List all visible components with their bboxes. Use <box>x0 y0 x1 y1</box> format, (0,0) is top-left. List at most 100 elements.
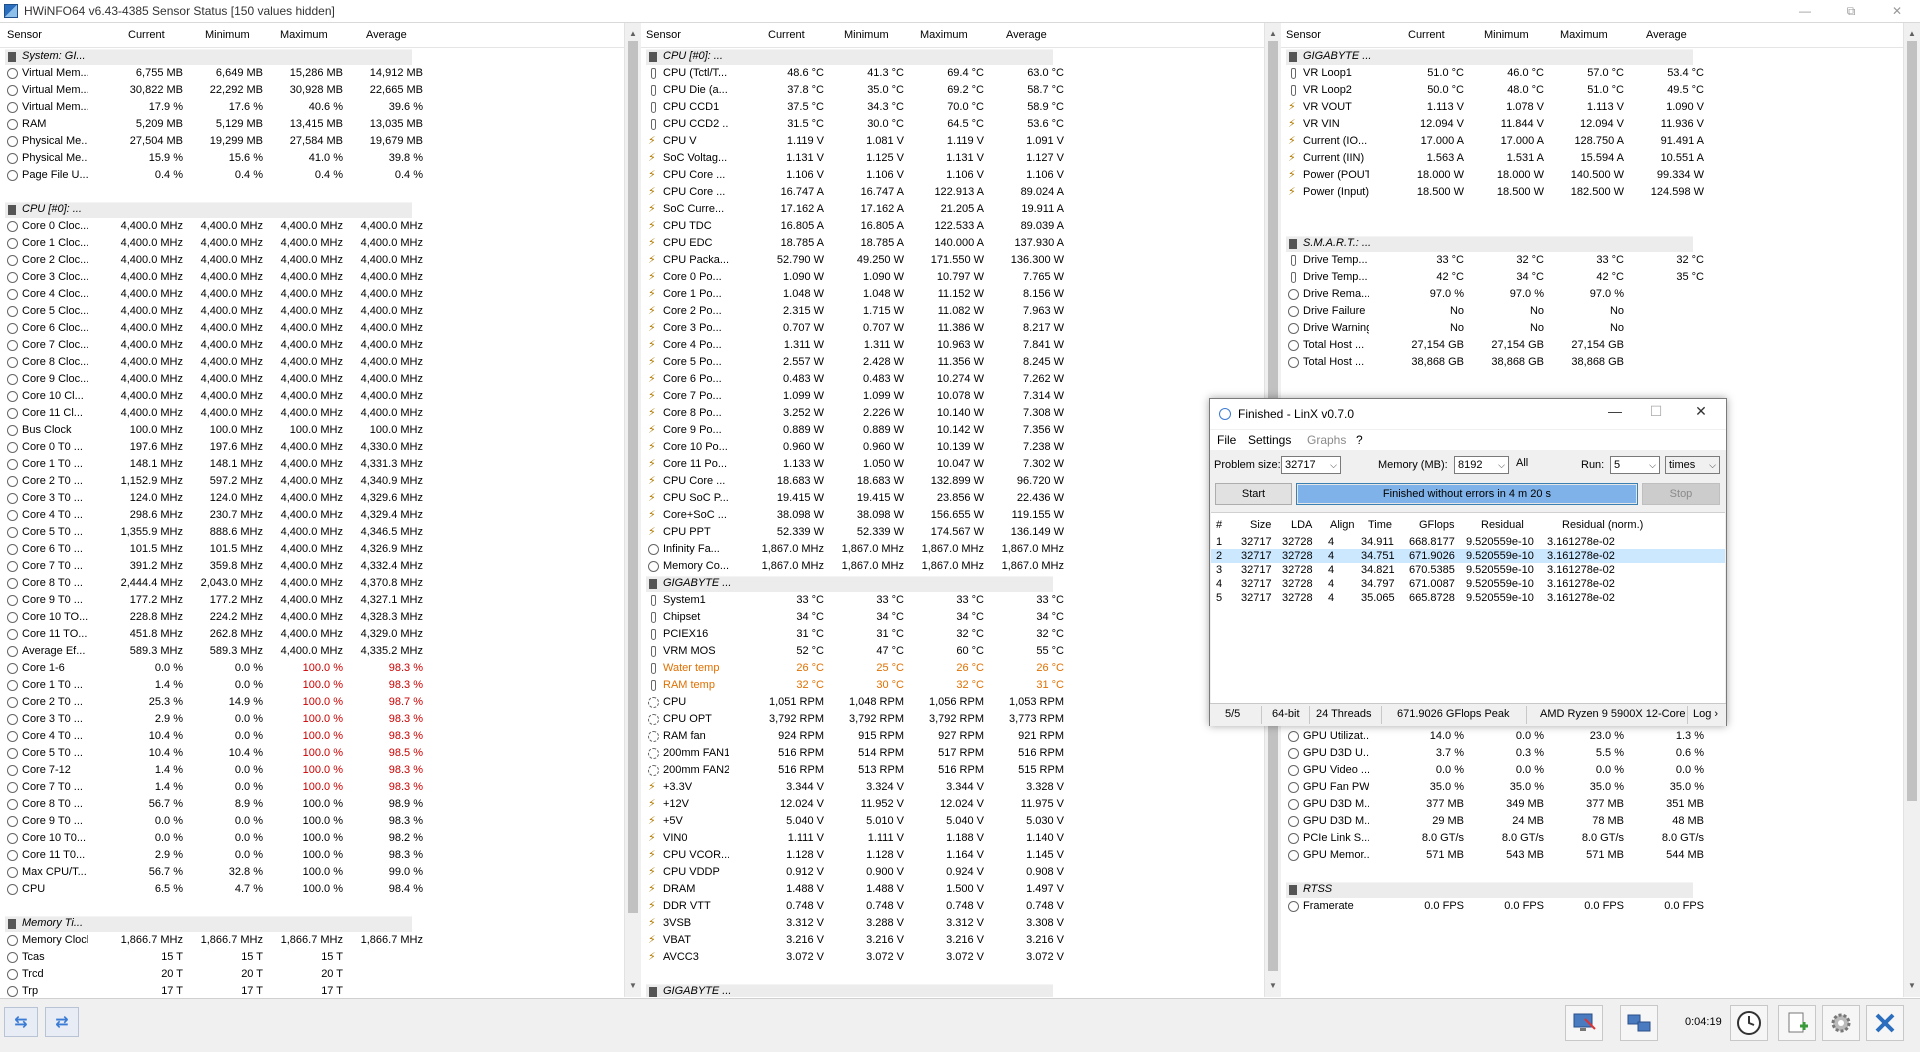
sensor-row[interactable]: PCIe Link S... 8.0 GT/s 8.0 GT/s 8.0 GT/s 8.… <box>1281 830 1920 847</box>
sensor-row[interactable]: Core 6 Cloc... 4,400.0 MHz 4,400.0 MHz 4,40… <box>0 320 640 337</box>
sensor-row[interactable]: Core 5 T0 ... 1,355.9 MHz 888.6 MHz 4,400.0… <box>0 524 640 541</box>
sensor-row[interactable]: Core 5 T0 ... 10.4 % 10.4 % 100.0 % 98.5 % <box>0 745 640 762</box>
sensor-row[interactable]: Core 10 T0... 0.0 % 0.0 % 100.0 % 98.2 % <box>0 830 640 847</box>
header-minimum[interactable]: Minimum <box>844 29 889 41</box>
header-minimum[interactable]: Minimum <box>1484 29 1529 41</box>
sensor-row[interactable]: Total Host ... 38,868 GB 38,868 GB 38,868 G… <box>1281 354 1920 371</box>
sensor-row[interactable]: ⚡ CPU PPT 52.339 W 52.339 W 174.567 W 136.149… <box>641 524 1280 541</box>
close-button[interactable]: ✕ <box>1874 0 1920 22</box>
sensor-row[interactable]: ⚡ Core 3 Po... 0.707 W 0.707 W 11.386 W 8.217… <box>641 320 1280 337</box>
sensor-row[interactable]: CPU 6.5 % 4.7 % 100.0 % 98.4 % <box>0 881 640 898</box>
sensor-row[interactable]: CPU 1,051 RPM 1,048 RPM 1,056 RPM 1,053 RPM <box>641 694 1280 711</box>
sensor-row[interactable]: Virtual Mem... 6,755 MB 6,649 MB 15,286 MB 1… <box>0 65 640 82</box>
sensor-row[interactable]: CPU CCD2 ... 31.5 °C 30.0 °C 64.5 °C 53.6 °C <box>641 116 1280 133</box>
sensor-row[interactable]: ⚡ +5V 5.040 V 5.010 V 5.040 V 5.030 V <box>641 813 1280 830</box>
sensor-row[interactable]: Core 11 Cl... 4,400.0 MHz 4,400.0 MHz 4,400… <box>0 405 640 422</box>
sensor-row[interactable]: Core 1 Cloc... 4,400.0 MHz 4,400.0 MHz 4,40… <box>0 235 640 252</box>
sensor-row[interactable]: ⚡ SoC Voltag... 1.131 V 1.125 V 1.131 V 1.127… <box>641 150 1280 167</box>
menu-graphs[interactable]: Graphs <box>1307 433 1346 447</box>
sensor-row[interactable]: Max CPU/T... 56.7 % 32.8 % 100.0 % 99.0 % <box>0 864 640 881</box>
sensor-group-header[interactable]: System: GI... <box>0 48 640 65</box>
settings-gear-icon[interactable] <box>1822 1005 1860 1041</box>
sensor-row[interactable]: ⚡ Current (IIN) 1.563 A 1.531 A 15.594 A 10.5… <box>1281 150 1920 167</box>
stop-button[interactable]: Stop <box>1642 483 1720 505</box>
col-header-index[interactable]: # <box>1216 517 1222 534</box>
panel-3-scrollbar[interactable]: ▲ ▼ <box>1903 23 1920 997</box>
sensor-row[interactable]: VR Loop1 51.0 °C 46.0 °C 57.0 °C 53.4 °C <box>1281 65 1920 82</box>
header-maximum[interactable]: Maximum <box>1560 29 1608 41</box>
sensor-row[interactable]: Trcd 20 T 20 T 20 T <box>0 966 640 983</box>
sensor-row[interactable]: ⚡ Core 6 Po... 0.483 W 0.483 W 10.274 W 7.262… <box>641 371 1280 388</box>
sensor-row[interactable]: ⚡ CPU EDC 18.785 A 18.785 A 140.000 A 137.930… <box>641 235 1280 252</box>
sensor-row[interactable]: ⚡ CPU Core ... 18.683 W 18.683 W 132.899 W 96… <box>641 473 1280 490</box>
sensor-row[interactable]: Memory Co... 1,867.0 MHz 1,867.0 MHz 1,867.… <box>641 558 1280 575</box>
sensor-row[interactable]: Core 4 T0 ... 298.6 MHz 230.7 MHz 4,400.0 M… <box>0 507 640 524</box>
menu-settings[interactable]: Settings <box>1248 433 1291 447</box>
sensor-row[interactable]: Core 7 T0 ... 391.2 MHz 359.8 MHz 4,400.0 M… <box>0 558 640 575</box>
sensor-row[interactable]: ⚡ VIN0 1.111 V 1.111 V 1.188 V 1.140 V <box>641 830 1280 847</box>
header-maximum[interactable]: Maximum <box>920 29 968 41</box>
result-row[interactable]: 5 32717 32728 4 35.065 665.8728 9.520559e-10 3.… <box>1211 591 1725 605</box>
header-maximum[interactable]: Maximum <box>280 29 328 41</box>
network-monitor-icon[interactable] <box>1565 1005 1603 1041</box>
sensor-row[interactable]: ⚡ AVCC3 3.072 V 3.072 V 3.072 V 3.072 V <box>641 949 1280 966</box>
sensor-group-header[interactable]: GIGABYTE ... <box>641 983 1280 997</box>
sensor-row[interactable]: ⚡ Core 5 Po... 2.557 W 2.428 W 11.356 W 8.245… <box>641 354 1280 371</box>
sensor-row[interactable]: ⚡ CPU VDDP 0.912 V 0.900 V 0.924 V 0.908 V <box>641 864 1280 881</box>
sensor-row[interactable]: Core 3 Cloc... 4,400.0 MHz 4,400.0 MHz 4,40… <box>0 269 640 286</box>
sensor-row[interactable]: GPU Fan PWM 35.0 % 35.0 % 35.0 % 35.0 % <box>1281 779 1920 796</box>
header-average[interactable]: Average <box>1646 29 1687 41</box>
sensor-row[interactable]: ⚡ Core 0 Po... 1.090 W 1.090 W 10.797 W 7.765… <box>641 269 1280 286</box>
linx-maximize-button[interactable]: ☐ <box>1641 403 1671 423</box>
sensor-row[interactable]: Core 6 T0 ... 101.5 MHz 101.5 MHz 4,400.0 M… <box>0 541 640 558</box>
result-row[interactable]: 4 32717 32728 4 34.797 671.0087 9.520559e-10 3.… <box>1211 577 1725 591</box>
sensor-row[interactable]: Core 10 Cl... 4,400.0 MHz 4,400.0 MHz 4,400… <box>0 388 640 405</box>
panel-1-scrollbar[interactable]: ▲ ▼ <box>624 23 641 997</box>
header-sensor[interactable]: Sensor <box>7 29 42 41</box>
col-header-size[interactable]: Size <box>1250 517 1271 534</box>
sensor-row[interactable]: RAM 5,209 MB 5,129 MB 13,415 MB 13,035 MB <box>0 116 640 133</box>
sensor-row[interactable]: GPU D3D M... 29 MB 24 MB 78 MB 48 MB <box>1281 813 1920 830</box>
sensor-row[interactable]: ⚡ CPU Packa... 52.790 W 49.250 W 171.550 W 13… <box>641 252 1280 269</box>
report-add-icon[interactable] <box>1778 1005 1816 1041</box>
sensor-row[interactable]: ⚡ VR VIN 12.094 V 11.844 V 12.094 V 11.936 V <box>1281 116 1920 133</box>
sensor-row[interactable]: ⚡ DDR VTT 0.748 V 0.748 V 0.748 V 0.748 V <box>641 898 1280 915</box>
sensor-row[interactable]: Framerate 0.0 FPS 0.0 FPS 0.0 FPS 0.0 FPS <box>1281 898 1920 915</box>
sensor-row[interactable]: ⚡ Core 1 Po... 1.048 W 1.048 W 11.152 W 8.156… <box>641 286 1280 303</box>
sensor-row[interactable]: ⚡ Core 11 Po... 1.133 W 1.050 W 10.047 W 7.30… <box>641 456 1280 473</box>
sensor-row[interactable]: ⚡ Core 2 Po... 2.315 W 1.715 W 11.082 W 7.963… <box>641 303 1280 320</box>
result-row[interactable]: 3 32717 32728 4 34.821 670.5385 9.520559e-10 3.… <box>1211 563 1725 577</box>
sensor-row[interactable]: ⚡ 3VSB 3.312 V 3.288 V 3.312 V 3.308 V <box>641 915 1280 932</box>
sensor-row[interactable]: Core 3 T0 ... 2.9 % 0.0 % 100.0 % 98.3 % <box>0 711 640 728</box>
sensor-row[interactable]: ⚡ CPU Core ... 1.106 V 1.106 V 1.106 V 1.106 … <box>641 167 1280 184</box>
sensor-row[interactable]: Page File U... 0.4 % 0.4 % 0.4 % 0.4 % <box>0 167 640 184</box>
sensor-row[interactable]: 200mm FAN2 516 RPM 513 RPM 516 RPM 515 RPM <box>641 762 1280 779</box>
sensor-row[interactable]: Core 7-12 1.4 % 0.0 % 100.0 % 98.3 % <box>0 762 640 779</box>
minimize-button[interactable]: — <box>1782 0 1828 22</box>
sensor-row[interactable]: GPU D3D M... 377 MB 349 MB 377 MB 351 MB <box>1281 796 1920 813</box>
linx-close-button[interactable]: ✕ <box>1686 403 1716 423</box>
sensor-row[interactable]: GPU D3D U... 3.7 % 0.3 % 5.5 % 0.6 % <box>1281 745 1920 762</box>
sensor-row[interactable]: ⚡ CPU SoC P... 19.415 W 19.415 W 23.856 W 22.… <box>641 490 1280 507</box>
sensor-row[interactable]: 200mm FAN1 516 RPM 514 RPM 517 RPM 516 RPM <box>641 745 1280 762</box>
sensor-row[interactable]: Infinity Fa... 1,867.0 MHz 1,867.0 MHz 1,86… <box>641 541 1280 558</box>
sensor-group-header[interactable]: CPU [#0]: ... <box>641 48 1280 65</box>
sensor-row[interactable]: ⚡ +12V 12.024 V 11.952 V 12.024 V 11.975 V <box>641 796 1280 813</box>
sensor-row[interactable]: ⚡ CPU TDC 16.805 A 16.805 A 122.533 A 89.039 … <box>641 218 1280 235</box>
result-row[interactable]: 2 32717 32728 4 34.751 671.9026 9.520559e-10 3.… <box>1211 549 1725 563</box>
sensor-row[interactable]: Core 7 T0 ... 1.4 % 0.0 % 100.0 % 98.3 % <box>0 779 640 796</box>
sensor-row[interactable]: Core 3 T0 ... 124.0 MHz 124.0 MHz 4,400.0 M… <box>0 490 640 507</box>
sensor-group-header[interactable]: S.M.A.R.T.: ... <box>1281 235 1920 252</box>
sensor-row[interactable]: Total Host ... 27,154 GB 27,154 GB 27,154 G… <box>1281 337 1920 354</box>
linx-minimize-button[interactable]: — <box>1600 403 1630 423</box>
menu-help[interactable]: ? <box>1356 433 1363 447</box>
sensor-row[interactable]: Core 2 Cloc... 4,400.0 MHz 4,400.0 MHz 4,40… <box>0 252 640 269</box>
sensor-row[interactable]: ⚡ VBAT 3.216 V 3.216 V 3.216 V 3.216 V <box>641 932 1280 949</box>
sensor-row[interactable]: Bus Clock 100.0 MHz 100.0 MHz 100.0 MHz 100.… <box>0 422 640 439</box>
collapse-panels-icon[interactable]: ⇄ <box>45 1007 79 1037</box>
sensor-row[interactable]: ⚡ Core+SoC ... 38.098 W 38.098 W 156.655 W 11… <box>641 507 1280 524</box>
sensor-row[interactable]: Core 9 Cloc... 4,400.0 MHz 4,400.0 MHz 4,40… <box>0 371 640 388</box>
sensor-row[interactable]: ⚡ Core 9 Po... 0.889 W 0.889 W 10.142 W 7.356… <box>641 422 1280 439</box>
sensor-row[interactable]: ⚡ Power (Input) 18.500 W 18.500 W 182.500 W 1… <box>1281 184 1920 201</box>
result-row[interactable]: 1 32717 32728 4 34.911 668.8177 9.520559e-10 3.… <box>1211 535 1725 549</box>
